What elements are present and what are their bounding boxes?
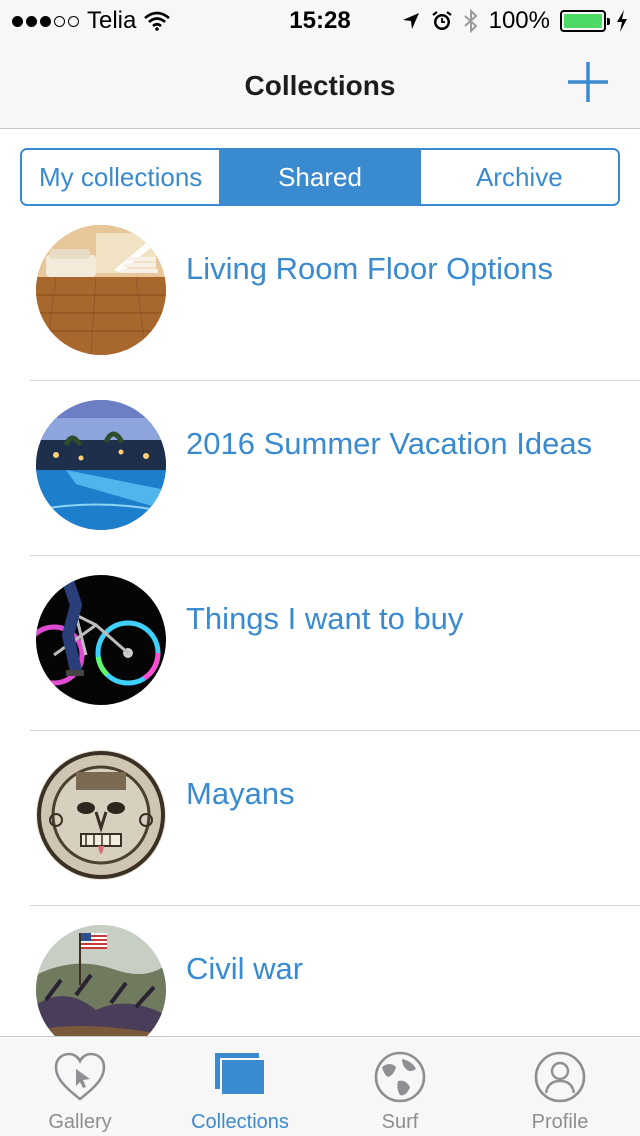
collection-title: Civil war [186, 951, 304, 986]
tab-collections[interactable]: Collections [160, 1037, 320, 1136]
heart-cursor-icon [54, 1052, 106, 1101]
alarm-icon [431, 11, 452, 30]
navigation-bar: Collections [0, 40, 640, 129]
wifi-icon [144, 11, 171, 31]
collection-title: Things I want to buy [186, 601, 464, 636]
charging-bolt-icon [617, 10, 627, 32]
tab-label: Collections [191, 1111, 289, 1133]
tab-label: Surf [381, 1111, 419, 1133]
segment-shared[interactable]: Shared [219, 150, 419, 204]
collection-item-civil-war[interactable]: Civil war [0, 906, 640, 1036]
collection-title: Mayans [186, 776, 295, 811]
tab-label: Profile [531, 1111, 589, 1133]
civil-war-thumbnail [36, 925, 166, 1036]
carrier-name: Telia [87, 7, 137, 34]
page-title: Collections [244, 70, 396, 101]
screen: Telia 15:28 100% Collections My collecti… [0, 0, 640, 1136]
mayan-mask-thumbnail [36, 750, 166, 880]
segment-archive[interactable]: Archive [418, 150, 618, 204]
profile-icon [534, 1051, 586, 1103]
tab-surf[interactable]: Surf [320, 1037, 480, 1136]
collections-list: Living Room Floor Options 2016 Summer Va… [0, 206, 640, 1036]
tab-gallery[interactable]: Gallery [0, 1037, 160, 1136]
battery-level-fill [564, 14, 602, 28]
tab-bar: Gallery Collections Surf Profile [0, 1036, 640, 1136]
add-collection-button[interactable] [566, 60, 610, 104]
battery-icon [560, 10, 610, 32]
location-arrow-icon [402, 13, 419, 29]
segment-my-collections[interactable]: My collections [22, 150, 220, 204]
bluetooth-icon [463, 9, 478, 33]
status-right: 100% [401, 7, 628, 35]
living-room-thumbnail [36, 225, 166, 355]
tab-profile[interactable]: Profile [480, 1037, 640, 1136]
status-bar: Telia 15:28 100% [0, 0, 640, 40]
collections-segmented-control: My collections Shared Archive [20, 148, 620, 206]
battery-percent: 100% [488, 7, 550, 34]
collection-item-living-room[interactable]: Living Room Floor Options [0, 206, 640, 381]
collection-item-things-to-buy[interactable]: Things I want to buy [0, 556, 640, 731]
collection-title: 2016 Summer Vacation Ideas [186, 426, 593, 461]
plus-icon [568, 62, 608, 102]
resort-pool-thumbnail [36, 400, 166, 530]
led-bike-wheel-thumbnail [36, 575, 166, 705]
collection-title: Living Room Floor Options [186, 251, 553, 286]
collection-item-summer-vacation[interactable]: 2016 Summer Vacation Ideas [0, 381, 640, 556]
signal-strength-icon [12, 15, 79, 27]
collection-item-mayans[interactable]: Mayans [0, 731, 640, 906]
globe-icon [374, 1051, 426, 1103]
collections-icon [215, 1053, 266, 1096]
status-left: Telia [12, 7, 171, 35]
tab-label: Gallery [48, 1111, 112, 1133]
